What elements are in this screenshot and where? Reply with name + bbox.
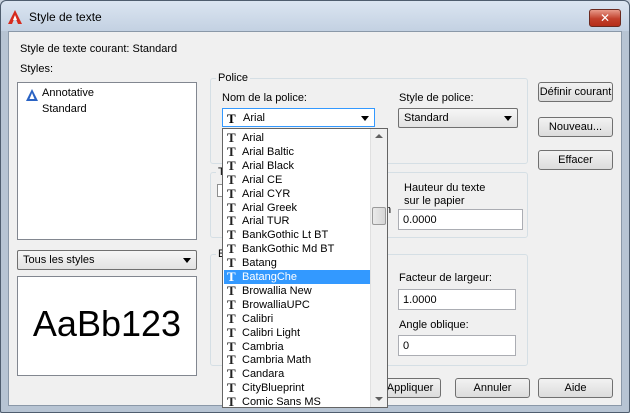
scroll-down-icon[interactable] bbox=[371, 391, 387, 407]
font-option-label: Arial TUR bbox=[242, 215, 290, 228]
oblique-angle-input[interactable]: 0 bbox=[398, 335, 516, 356]
font-dropdown-list[interactable]: T Arial T Arial Baltic T Arial Black T Arial CE… bbox=[222, 128, 388, 408]
font-option[interactable]: T Arial Baltic bbox=[224, 144, 371, 159]
font-option[interactable]: T Calibri bbox=[224, 311, 371, 326]
font-option-label: Cambria Math bbox=[242, 354, 312, 367]
window-title: Style de texte bbox=[29, 10, 102, 24]
font-style-select[interactable]: Standard bbox=[398, 108, 518, 128]
font-option-label: Candara bbox=[242, 368, 285, 381]
font-option-label: Arial CYR bbox=[242, 187, 291, 200]
chevron-down-icon bbox=[361, 116, 369, 121]
font-option-label: Arial Black bbox=[242, 159, 294, 172]
font-option-label: Comic Sans MS bbox=[242, 396, 321, 408]
font-option[interactable]: T BatangChe bbox=[224, 269, 371, 284]
title-bar[interactable]: Style de texte ✕ bbox=[1, 1, 629, 31]
font-option[interactable]: T Cambria bbox=[224, 339, 371, 354]
paper-height-value: 0.0000 bbox=[403, 214, 437, 226]
font-option[interactable]: T Arial Black bbox=[224, 158, 371, 173]
width-factor-input[interactable]: 1.0000 bbox=[398, 289, 516, 310]
font-option-label: CityBlueprint bbox=[242, 382, 305, 395]
font-name-value: Arial bbox=[243, 112, 266, 124]
font-option[interactable]: T Arial CE bbox=[224, 172, 371, 187]
font-option[interactable]: T Browallia New bbox=[224, 283, 371, 298]
styles-label: Styles: bbox=[20, 63, 54, 75]
font-name-select[interactable]: T Arial bbox=[222, 108, 375, 127]
font-option[interactable]: T Candara bbox=[224, 366, 371, 381]
style-item-annotative[interactable]: Annotative bbox=[42, 87, 94, 99]
font-option[interactable]: T Arial TUR bbox=[224, 213, 371, 228]
font-option-label: Calibri bbox=[242, 312, 274, 325]
font-option[interactable]: T BankGothic Lt BT bbox=[224, 227, 371, 242]
current-style-label: Style de texte courant: Standard bbox=[20, 43, 178, 55]
style-preview: AaBb123 bbox=[17, 276, 197, 376]
font-option-label: Browallia New bbox=[242, 284, 312, 297]
cancel-button[interactable]: Annuler bbox=[455, 378, 530, 398]
font-option[interactable]: T Calibri Light bbox=[224, 325, 371, 340]
new-style-button[interactable]: Nouveau... bbox=[538, 117, 613, 137]
chevron-down-icon bbox=[183, 258, 191, 263]
font-name-label: Nom de la police: bbox=[222, 92, 307, 104]
chevron-down-icon bbox=[504, 116, 512, 121]
scroll-thumb[interactable] bbox=[372, 207, 386, 225]
delete-style-button[interactable]: Effacer bbox=[538, 150, 613, 170]
font-option[interactable]: T Arial CYR bbox=[224, 186, 371, 201]
font-option[interactable]: T BankGothic Md BT bbox=[224, 241, 371, 256]
font-option[interactable]: T Arial bbox=[224, 130, 371, 145]
font-option-label: BrowalliaUPC bbox=[242, 298, 310, 311]
font-option-label: BatangChe bbox=[242, 271, 298, 283]
scroll-up-icon[interactable] bbox=[371, 129, 387, 145]
oblique-angle-value: 0 bbox=[403, 340, 410, 352]
autocad-app-icon bbox=[8, 10, 22, 24]
font-option-label: Cambria bbox=[242, 340, 284, 353]
font-option-label: BankGothic Lt BT bbox=[242, 229, 329, 242]
font-option[interactable]: T Arial Greek bbox=[224, 200, 371, 215]
font-style-value: Standard bbox=[404, 112, 449, 124]
paper-height-label-line1: Hauteur du texte bbox=[404, 182, 486, 194]
font-option[interactable]: T Comic Sans MS bbox=[224, 394, 371, 408]
help-button[interactable]: Aide bbox=[538, 378, 613, 398]
style-item-standard[interactable]: Standard bbox=[42, 103, 87, 115]
font-option[interactable]: T Batang bbox=[224, 255, 371, 270]
font-option-label: Arial Baltic bbox=[242, 145, 294, 158]
styles-list[interactable]: Annotative Standard bbox=[17, 82, 197, 240]
police-group-title: Police bbox=[216, 72, 250, 84]
font-style-label: Style de police: bbox=[399, 92, 474, 104]
paper-height-input[interactable]: 0.0000 bbox=[398, 209, 523, 230]
dropdown-scrollbar[interactable] bbox=[370, 129, 387, 407]
font-option[interactable]: T Cambria Math bbox=[224, 352, 371, 367]
set-current-button[interactable]: Définir courant bbox=[538, 82, 613, 102]
preview-text: AaBb123 bbox=[32, 303, 182, 344]
annotative-icon bbox=[26, 89, 38, 101]
close-button[interactable]: ✕ bbox=[589, 9, 621, 27]
font-option-label: Batang bbox=[242, 257, 277, 270]
width-factor-label: Facteur de largeur: bbox=[399, 272, 492, 284]
dialog-client-area: Style de texte courant: Standard Styles:… bbox=[8, 31, 622, 408]
font-option[interactable]: T CityBlueprint bbox=[224, 380, 371, 395]
font-option-label: Arial Greek bbox=[242, 201, 298, 214]
oblique-angle-label: Angle oblique: bbox=[399, 319, 469, 331]
font-option-label: Arial bbox=[242, 132, 265, 144]
paper-height-label-line2: sur le papier bbox=[404, 195, 465, 207]
truetype-icon: T bbox=[227, 394, 236, 408]
truetype-icon: T bbox=[227, 111, 236, 126]
apply-button[interactable]: Appliquer bbox=[379, 378, 441, 398]
font-option[interactable]: T BrowalliaUPC bbox=[224, 297, 371, 312]
font-option-label: BankGothic Md BT bbox=[242, 243, 335, 256]
width-factor-value: 1.0000 bbox=[403, 294, 437, 306]
styles-filter-select[interactable]: Tous les styles bbox=[17, 250, 197, 270]
font-option-label: Arial CE bbox=[242, 173, 283, 186]
font-option-label: Calibri Light bbox=[242, 326, 301, 339]
dialog-window: Style de texte ✕ Style de texte courant:… bbox=[0, 0, 630, 413]
styles-filter-value: Tous les styles bbox=[23, 254, 95, 266]
